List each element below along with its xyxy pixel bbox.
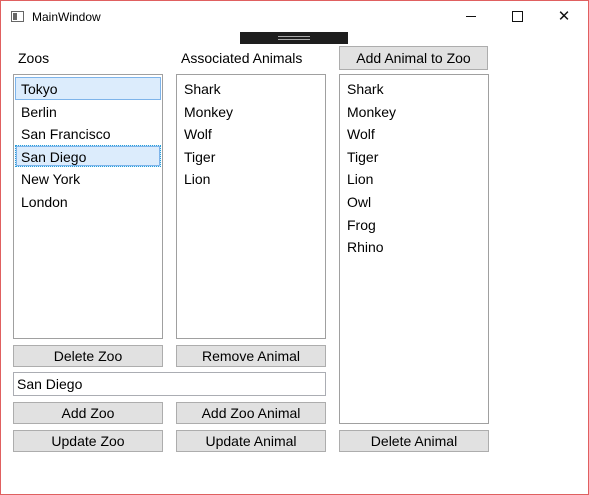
zoos-list[interactable]: Tokyo Berlin San Francisco San Diego New… xyxy=(13,74,163,339)
list-item[interactable]: Tiger xyxy=(178,145,324,168)
list-item[interactable]: Owl xyxy=(341,190,487,213)
associated-animals-label: Associated Animals xyxy=(181,50,303,66)
name-input[interactable]: San Diego xyxy=(13,372,326,396)
list-item[interactable]: Monkey xyxy=(341,100,487,123)
close-button[interactable]: ✕ xyxy=(541,1,587,32)
zoos-label: Zoos xyxy=(18,50,50,66)
add-zoo-button[interactable]: Add Zoo xyxy=(13,402,163,424)
list-item[interactable]: Frog xyxy=(341,213,487,236)
all-animals-list[interactable]: Shark Monkey Wolf Tiger Lion Owl Frog Rh… xyxy=(339,74,489,424)
list-item[interactable]: Monkey xyxy=(178,100,324,123)
list-item[interactable]: Lion xyxy=(341,167,487,190)
window-title: MainWindow xyxy=(32,10,101,24)
delete-zoo-button[interactable]: Delete Zoo xyxy=(13,345,163,367)
list-item[interactable]: Shark xyxy=(341,77,487,100)
add-animal-to-zoo-button[interactable]: Add Animal to Zoo xyxy=(339,46,488,70)
list-item[interactable]: San Diego xyxy=(15,144,161,168)
update-animal-button[interactable]: Update Animal xyxy=(176,430,326,452)
list-item[interactable]: Tiger xyxy=(341,145,487,168)
add-zoo-animal-button[interactable]: Add Zoo Animal xyxy=(176,402,326,424)
list-item[interactable]: San Francisco xyxy=(15,122,161,145)
main-window: MainWindow ✕ Zoos Associated Animals Add… xyxy=(0,0,589,495)
list-item[interactable]: Rhino xyxy=(341,235,487,258)
delete-animal-button[interactable]: Delete Animal xyxy=(339,430,489,452)
list-item[interactable]: Tokyo xyxy=(15,77,161,100)
minimize-button[interactable] xyxy=(448,1,494,32)
list-item[interactable]: Shark xyxy=(178,77,324,100)
list-item[interactable]: Wolf xyxy=(178,122,324,145)
window-icon xyxy=(11,11,24,22)
associated-animals-list[interactable]: Shark Monkey Wolf Tiger Lion xyxy=(176,74,326,339)
minimize-icon xyxy=(466,16,476,17)
maximize-button[interactable] xyxy=(494,1,540,32)
list-item[interactable]: Lion xyxy=(178,167,324,190)
list-item[interactable]: Berlin xyxy=(15,100,161,123)
title-bar[interactable]: MainWindow ✕ xyxy=(1,1,588,32)
list-item[interactable]: Wolf xyxy=(341,122,487,145)
maximize-icon xyxy=(511,11,523,22)
update-zoo-button[interactable]: Update Zoo xyxy=(13,430,163,452)
debug-toolbar-grip[interactable] xyxy=(240,32,348,44)
close-icon: ✕ xyxy=(557,8,571,25)
list-item[interactable]: New York xyxy=(15,167,161,190)
list-item[interactable]: London xyxy=(15,190,161,213)
remove-animal-button[interactable]: Remove Animal xyxy=(176,345,326,367)
